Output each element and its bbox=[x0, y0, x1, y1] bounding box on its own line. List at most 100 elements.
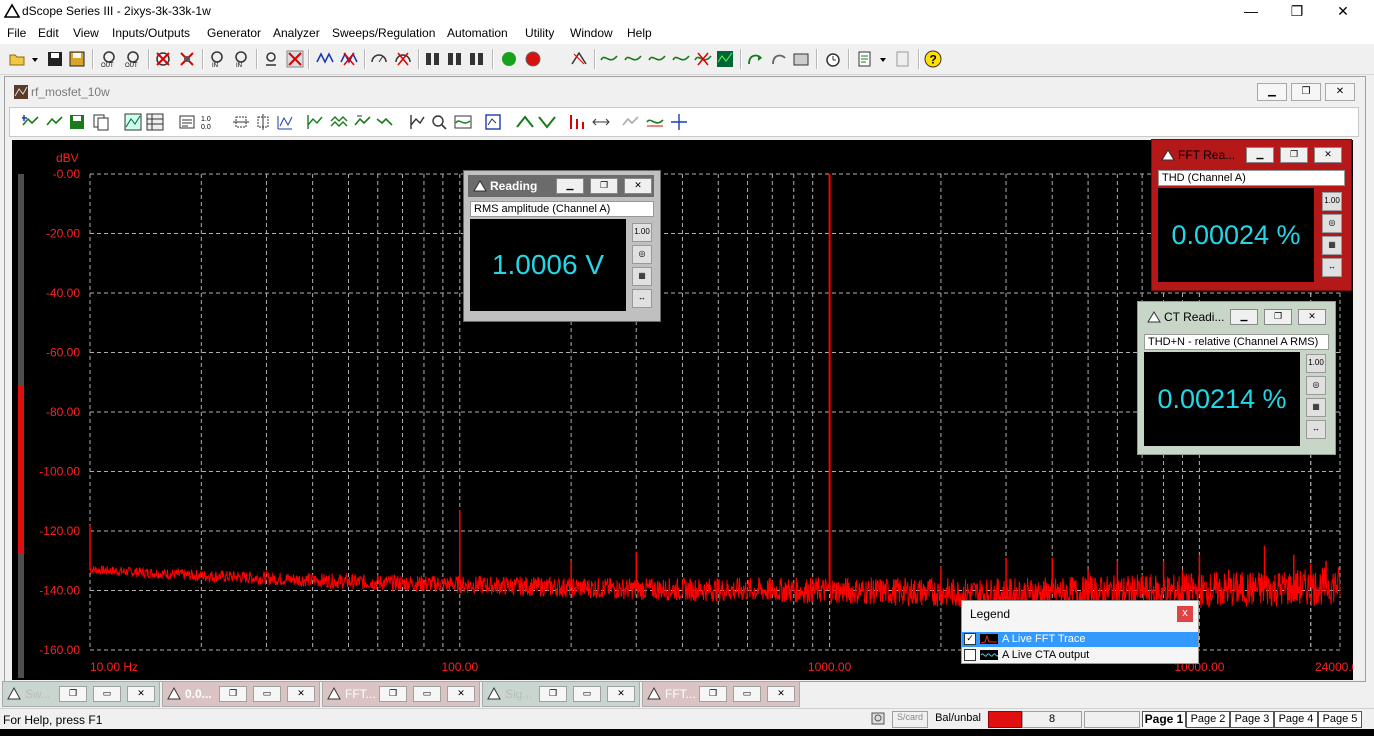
thdn-expand-icon[interactable]: ↔ bbox=[1306, 420, 1326, 439]
input-b-icon[interactable]: IN bbox=[232, 50, 250, 68]
menu-analyzer[interactable]: Analyzer bbox=[273, 26, 320, 40]
valley-icon[interactable] bbox=[538, 113, 556, 131]
legend-item[interactable]: A Live CTA output bbox=[962, 648, 1198, 663]
menu-automation[interactable]: Automation bbox=[447, 26, 508, 40]
sweep-b-icon[interactable] bbox=[624, 50, 642, 68]
reading-close-button[interactable]: ✕ bbox=[624, 178, 652, 194]
harmonics-expand-icon[interactable] bbox=[592, 113, 610, 131]
marker-icon[interactable] bbox=[408, 113, 426, 131]
tab-minimize-button[interactable]: ❐ bbox=[699, 686, 727, 702]
tab-restore-button[interactable]: ▭ bbox=[93, 686, 121, 702]
cursor-d-icon[interactable] bbox=[376, 113, 394, 131]
output-a-icon[interactable]: OUT bbox=[100, 50, 118, 68]
reading-settings-icon[interactable]: ▦ bbox=[632, 267, 652, 286]
thd-expand-icon[interactable]: ↔ bbox=[1322, 258, 1342, 277]
tab-close-button[interactable]: ✕ bbox=[767, 686, 795, 702]
peak-icon[interactable] bbox=[516, 113, 534, 131]
disconnect-icon[interactable] bbox=[286, 50, 304, 68]
trace-icon[interactable] bbox=[46, 113, 64, 131]
sweep-c-icon[interactable] bbox=[648, 50, 666, 68]
restore-button[interactable]: ❐ bbox=[1274, 0, 1320, 24]
thdn-format-icon[interactable]: 1.00 bbox=[1306, 354, 1326, 373]
cursor-c-icon[interactable] bbox=[354, 113, 372, 131]
tab-minimize-button[interactable]: ❐ bbox=[59, 686, 87, 702]
analyzer-off-icon[interactable] bbox=[340, 50, 358, 68]
legend-checkbox[interactable]: ✓ bbox=[964, 633, 976, 645]
legend-item[interactable]: ✓ A Live FFT Trace bbox=[962, 632, 1198, 647]
automation-run-icon[interactable] bbox=[746, 50, 764, 68]
trace-up-icon[interactable] bbox=[622, 113, 640, 131]
analyzer-icon[interactable] bbox=[316, 50, 334, 68]
legend-close-button[interactable]: x bbox=[1177, 606, 1193, 622]
tab-restore-button[interactable]: ▭ bbox=[573, 686, 601, 702]
menu-inputs-outputs[interactable]: Inputs/Outputs bbox=[112, 26, 190, 40]
menu-view[interactable]: View bbox=[73, 26, 99, 40]
channel-c-icon[interactable] bbox=[468, 50, 486, 68]
reading-window-thd[interactable]: FFT Rea... ▁ ❐ ✕ THD (Channel A) 0.00024… bbox=[1151, 139, 1352, 291]
zoom-y-icon[interactable] bbox=[254, 113, 272, 131]
child-restore-button[interactable]: ❐ bbox=[1291, 83, 1321, 101]
clock-icon[interactable] bbox=[824, 50, 842, 68]
generator-mute-icon[interactable] bbox=[178, 50, 196, 68]
thd-probe-icon[interactable]: ◎ bbox=[1322, 214, 1342, 233]
output-b-icon[interactable]: OUT bbox=[124, 50, 142, 68]
minimize-button[interactable]: — bbox=[1228, 0, 1274, 24]
legend-checkbox[interactable] bbox=[964, 649, 976, 661]
fit-icon[interactable] bbox=[484, 113, 502, 131]
trace-avg-icon[interactable] bbox=[646, 113, 664, 131]
tab-restore-button[interactable]: ▭ bbox=[413, 686, 441, 702]
generator-off-icon[interactable] bbox=[154, 50, 172, 68]
menu-generator[interactable]: Generator bbox=[207, 26, 261, 40]
child-close-button[interactable]: ✕ bbox=[1325, 83, 1355, 101]
automation-step-icon[interactable] bbox=[770, 50, 788, 68]
tab-close-button[interactable]: ✕ bbox=[447, 686, 475, 702]
thdn-restore-button[interactable]: ❐ bbox=[1264, 309, 1292, 325]
save-all-icon[interactable] bbox=[68, 50, 86, 68]
child-minimize-button[interactable]: ▁ bbox=[1257, 83, 1287, 101]
sweep-d-icon[interactable] bbox=[672, 50, 690, 68]
input-a-icon[interactable]: IN bbox=[208, 50, 226, 68]
minimized-window-tab[interactable]: 0.0... ❐ ▭ ✕ bbox=[162, 681, 320, 707]
legend-panel[interactable]: Legend x ✓ A Live FFT Trace A Live CTA o… bbox=[961, 600, 1199, 664]
menu-utility[interactable]: Utility bbox=[525, 26, 554, 40]
menu-edit[interactable]: Edit bbox=[38, 26, 59, 40]
thd-close-button[interactable]: ✕ bbox=[1314, 147, 1342, 163]
menu-file[interactable]: File bbox=[7, 26, 26, 40]
report-dropdown-icon[interactable] bbox=[878, 50, 888, 68]
probe-icon[interactable] bbox=[262, 50, 280, 68]
tab-minimize-button[interactable]: ❐ bbox=[219, 686, 247, 702]
save-graph-icon[interactable] bbox=[68, 113, 86, 131]
trace-compare-icon[interactable] bbox=[670, 113, 688, 131]
menu-window[interactable]: Window bbox=[570, 26, 613, 40]
reading-probe-icon[interactable]: ◎ bbox=[632, 245, 652, 264]
page-tab-4[interactable]: Page 4 bbox=[1274, 711, 1318, 728]
close-button[interactable]: ✕ bbox=[1320, 0, 1366, 24]
reading-format-icon[interactable]: 1.00 bbox=[632, 223, 652, 242]
copy-graph-icon[interactable] bbox=[92, 113, 110, 131]
page-tab-5[interactable]: Page 5 bbox=[1318, 711, 1362, 728]
reading-minimize-button[interactable]: ▁ bbox=[556, 178, 584, 194]
add-trace-icon[interactable] bbox=[22, 113, 40, 131]
reading-expand-icon[interactable]: ↔ bbox=[632, 289, 652, 308]
scope-icon[interactable] bbox=[716, 50, 734, 68]
minimized-window-tab[interactable]: Sig... ❐ ▭ ✕ bbox=[482, 681, 640, 707]
thd-format-icon[interactable]: 1.00 bbox=[1322, 192, 1342, 211]
copy-icon[interactable] bbox=[894, 50, 912, 68]
harmonics-icon[interactable] bbox=[568, 113, 586, 131]
graph-table-icon[interactable] bbox=[146, 113, 164, 131]
marker-search-icon[interactable] bbox=[430, 113, 448, 131]
scale-icon[interactable]: 1.00.0 bbox=[200, 113, 218, 131]
tab-restore-button[interactable]: ▭ bbox=[253, 686, 281, 702]
thdn-probe-icon[interactable]: ◎ bbox=[1306, 376, 1326, 395]
open-dropdown-icon[interactable] bbox=[30, 50, 40, 68]
thdn-close-button[interactable]: ✕ bbox=[1298, 309, 1326, 325]
thd-settings-icon[interactable]: ▦ bbox=[1322, 236, 1342, 255]
channel-icon[interactable] bbox=[424, 50, 442, 68]
minimized-window-tab[interactable]: FFT... ❐ ▭ ✕ bbox=[322, 681, 480, 707]
thd-restore-button[interactable]: ❐ bbox=[1280, 147, 1308, 163]
tab-close-button[interactable]: ✕ bbox=[287, 686, 315, 702]
page-tab-3[interactable]: Page 3 bbox=[1230, 711, 1274, 728]
sweep-settings-icon[interactable] bbox=[570, 50, 588, 68]
thdn-settings-icon[interactable]: ▦ bbox=[1306, 398, 1326, 417]
graph-view-icon[interactable] bbox=[124, 113, 142, 131]
